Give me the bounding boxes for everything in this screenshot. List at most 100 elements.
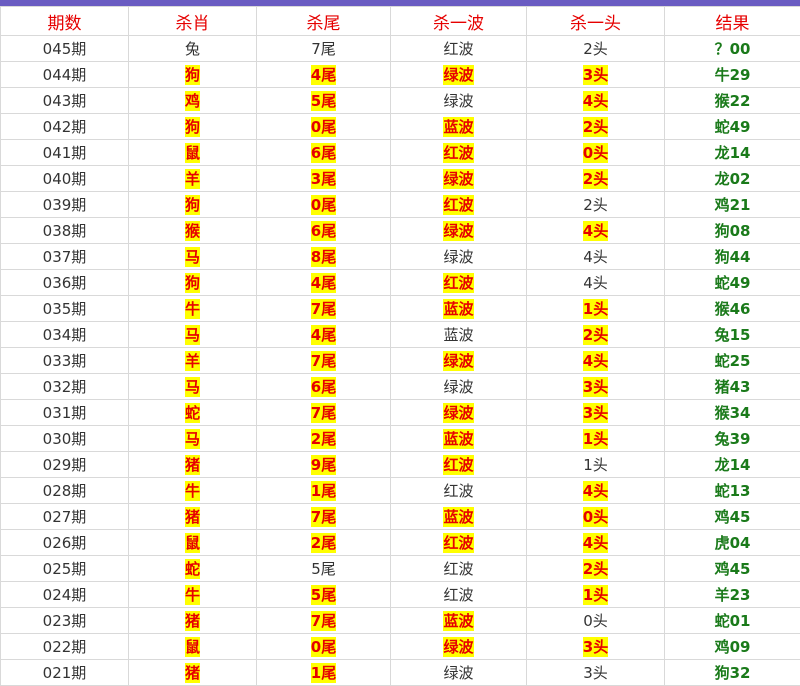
header-kill-zodiac: 杀肖 <box>129 7 257 36</box>
kill-zodiac-cell: 狗 <box>129 62 257 88</box>
kill-tail-cell: 6尾 <box>257 140 391 166</box>
result-cell: 蛇13 <box>665 478 800 504</box>
kill-zodiac-cell: 鼠 <box>129 530 257 556</box>
kill-tail-cell: 8尾 <box>257 244 391 270</box>
result-cell: 猴22 <box>665 88 800 114</box>
header-result: 结果 <box>665 7 800 36</box>
result-cell: 龙14 <box>665 140 800 166</box>
table-row: 037期马8尾绿波4头狗44 <box>1 244 800 270</box>
kill-head-cell: 2头 <box>527 114 665 140</box>
kill-zodiac-cell: 马 <box>129 244 257 270</box>
kill-head-value: 4头 <box>583 351 608 371</box>
kill-wave-cell: 蓝波 <box>391 322 527 348</box>
kill-wave-cell: 红波 <box>391 582 527 608</box>
table-row: 044期狗4尾绿波3头牛29 <box>1 62 800 88</box>
kill-head-cell: 0头 <box>527 140 665 166</box>
kill-zodiac-value: 猪 <box>185 455 200 475</box>
kill-wave-cell: 红波 <box>391 530 527 556</box>
kill-zodiac-value: 羊 <box>185 351 200 371</box>
kill-wave-value: 红波 <box>443 195 473 215</box>
kill-wave-cell: 绿波 <box>391 374 527 400</box>
kill-wave-cell: 绿波 <box>391 166 527 192</box>
kill-wave-value: 蓝波 <box>443 507 473 527</box>
table-row: 041期鼠6尾红波0头龙14 <box>1 140 800 166</box>
kill-wave-value: 绿波 <box>443 65 473 85</box>
kill-zodiac-cell: 羊 <box>129 166 257 192</box>
kill-wave-cell: 蓝波 <box>391 504 527 530</box>
kill-head-cell: 3头 <box>527 62 665 88</box>
result-cell: 羊23 <box>665 582 800 608</box>
kill-zodiac-cell: 猪 <box>129 504 257 530</box>
result-cell: 狗32 <box>665 660 800 686</box>
table-row: 031期蛇7尾绿波3头猴34 <box>1 400 800 426</box>
kill-wave-cell: 蓝波 <box>391 426 527 452</box>
kill-head-value: 1头 <box>583 429 608 449</box>
period-cell: 029期 <box>1 452 129 478</box>
kill-head-value: 2头 <box>583 169 608 189</box>
kill-tail-cell: 0尾 <box>257 192 391 218</box>
result-cell: 蛇01 <box>665 608 800 634</box>
result-cell: 蛇25 <box>665 348 800 374</box>
kill-tail-value: 7尾 <box>311 351 336 371</box>
kill-zodiac-value: 狗 <box>185 117 200 137</box>
kill-wave-value: 蓝波 <box>443 611 473 631</box>
kill-head-value: 3头 <box>583 403 608 423</box>
table-row: 021期猪1尾绿波3头狗32 <box>1 660 800 686</box>
kill-tail-value: 6尾 <box>311 143 336 163</box>
kill-wave-cell: 绿波 <box>391 634 527 660</box>
kill-wave-value: 蓝波 <box>443 117 473 137</box>
kill-tail-cell: 6尾 <box>257 374 391 400</box>
kill-head-value: 4头 <box>583 481 608 501</box>
kill-tail-cell: 9尾 <box>257 452 391 478</box>
table-row: 034期马4尾蓝波2头兔15 <box>1 322 800 348</box>
kill-head-cell: 3头 <box>527 400 665 426</box>
table-row: 039期狗0尾红波2头鸡21 <box>1 192 800 218</box>
kill-tail-value: 5尾 <box>311 91 336 111</box>
kill-zodiac-value: 羊 <box>185 169 200 189</box>
kill-zodiac-value: 猪 <box>185 611 200 631</box>
result-cell: 蛇49 <box>665 114 800 140</box>
kill-head-value: 4头 <box>583 221 608 241</box>
kill-tail-cell: 4尾 <box>257 270 391 296</box>
result-cell: 鸡45 <box>665 504 800 530</box>
result-cell: 龙14 <box>665 452 800 478</box>
kill-zodiac-cell: 猪 <box>129 660 257 686</box>
kill-tail-value: 1尾 <box>311 481 336 501</box>
period-cell: 038期 <box>1 218 129 244</box>
header-kill-head: 杀一头 <box>527 7 665 36</box>
kill-head-cell: 2头 <box>527 322 665 348</box>
kill-wave-value: 绿波 <box>443 637 473 657</box>
kill-head-value: 2头 <box>583 117 608 137</box>
kill-wave-value: 蓝波 <box>443 429 473 449</box>
kill-tail-value: 7尾 <box>311 299 336 319</box>
kill-head-cell: 0头 <box>527 504 665 530</box>
kill-zodiac-cell: 马 <box>129 322 257 348</box>
kill-tail-cell: 6尾 <box>257 218 391 244</box>
kill-tail-cell: 4尾 <box>257 322 391 348</box>
kill-tail-value: 7尾 <box>311 507 336 527</box>
kill-tail-cell: 2尾 <box>257 530 391 556</box>
kill-head-cell: 3头 <box>527 660 665 686</box>
kill-head-value: 3头 <box>583 65 608 85</box>
kill-head-cell: 3头 <box>527 374 665 400</box>
period-cell: 023期 <box>1 608 129 634</box>
kill-tail-cell: 7尾 <box>257 348 391 374</box>
table-row: 040期羊3尾绿波2头龙02 <box>1 166 800 192</box>
kill-wave-cell: 绿波 <box>391 62 527 88</box>
kill-tail-cell: 1尾 <box>257 478 391 504</box>
kill-head-cell: 4头 <box>527 348 665 374</box>
kill-tail-value: 2尾 <box>311 429 336 449</box>
table-row: 023期猪7尾蓝波0头蛇01 <box>1 608 800 634</box>
kill-tail-value: 4尾 <box>311 325 336 345</box>
kill-zodiac-value: 狗 <box>185 273 200 293</box>
table-row: 043期鸡5尾绿波4头猴22 <box>1 88 800 114</box>
kill-head-value: 3头 <box>583 377 608 397</box>
kill-head-value: 2头 <box>583 325 608 345</box>
kill-tail-cell: 7尾 <box>257 608 391 634</box>
kill-head-value: 4头 <box>583 91 608 111</box>
kill-wave-value: 蓝波 <box>443 299 473 319</box>
period-cell: 039期 <box>1 192 129 218</box>
kill-tail-value: 9尾 <box>311 455 336 475</box>
kill-wave-cell: 绿波 <box>391 244 527 270</box>
result-cell: 猴46 <box>665 296 800 322</box>
